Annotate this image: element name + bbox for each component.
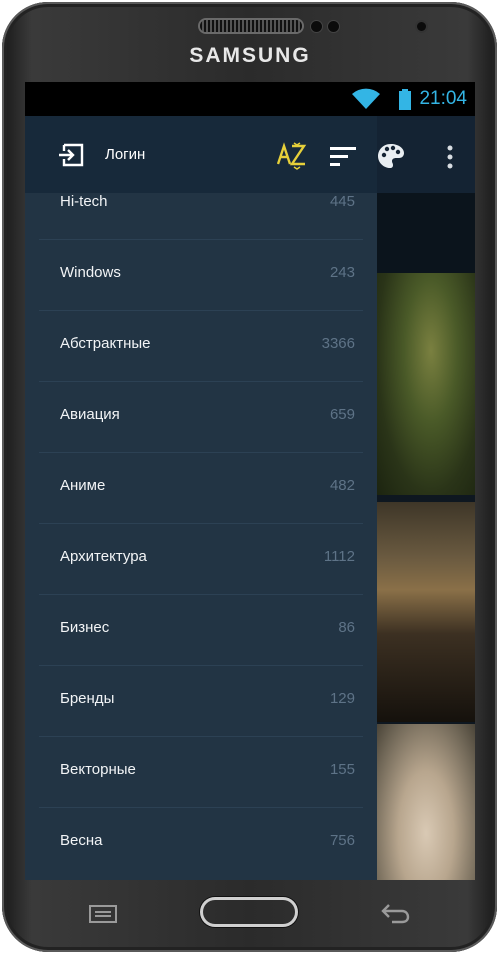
category-label: Аниме <box>60 477 106 494</box>
category-list: Hi-tech 445 Windows 243 Абстрактные 3366… <box>25 193 377 880</box>
category-count: 129 <box>329 690 355 707</box>
list-item[interactable]: Авиация 659 <box>25 382 377 453</box>
front-camera <box>417 22 426 31</box>
category-label: Авиация <box>60 406 120 423</box>
category-count: 155 <box>329 761 355 778</box>
category-label: Бренды <box>60 690 115 707</box>
category-label: Абстрактные <box>60 335 151 352</box>
sort-az-icon[interactable] <box>277 142 307 170</box>
category-label: Hi-tech <box>60 193 108 210</box>
list-item[interactable]: Весна 756 <box>25 808 377 879</box>
category-label: Архитектура <box>60 548 147 565</box>
wifi-icon <box>352 88 380 109</box>
category-count: 445 <box>329 193 355 210</box>
list-item[interactable]: Бренды 129 <box>25 666 377 737</box>
menu-icon[interactable] <box>89 905 117 923</box>
category-label: Бизнес <box>60 619 110 636</box>
status-bar: 21:04 <box>25 82 475 116</box>
proximity-sensor <box>311 21 322 32</box>
list-item[interactable]: Аниме 482 <box>25 453 377 524</box>
battery-icon <box>399 89 411 110</box>
navigation-drawer: Логин Hi-tech 445 Windows 243 Абстрактны… <box>25 116 377 880</box>
list-item[interactable]: Абстрактные 3366 <box>25 311 377 382</box>
device-brand: SAMSUNG <box>189 44 311 67</box>
wallpaper-thumbnail-city[interactable] <box>377 502 475 722</box>
list-item[interactable]: Архитектура 1112 <box>25 524 377 595</box>
category-count: 756 <box>329 832 355 849</box>
sort-lines-icon[interactable] <box>330 146 356 166</box>
category-count: 1112 <box>323 548 355 565</box>
more-vert-icon[interactable] <box>445 144 455 170</box>
back-icon[interactable] <box>380 902 410 924</box>
list-item[interactable]: Векторные 155 <box>25 737 377 808</box>
login-label[interactable]: Логин <box>105 146 145 163</box>
palette-icon[interactable] <box>377 142 405 170</box>
category-count: 243 <box>329 264 355 281</box>
status-time: 21:04 <box>419 88 467 109</box>
category-label: Windows <box>60 264 121 281</box>
earpiece-speaker <box>200 20 302 32</box>
list-item[interactable]: Бизнес 86 <box>25 595 377 666</box>
category-count: 3366 <box>321 335 355 352</box>
screen: 21:04 Логин Hi-tech 445 Windows 243 Абст… <box>25 82 475 880</box>
light-sensor <box>328 21 339 32</box>
content-header <box>375 193 475 273</box>
list-item[interactable]: Windows 243 <box>25 240 377 311</box>
login-icon[interactable] <box>58 143 84 167</box>
category-label: Векторные <box>60 761 136 778</box>
category-count: 659 <box>329 406 355 423</box>
drawer-header: Логин <box>25 116 377 193</box>
category-count: 86 <box>338 619 355 636</box>
category-count: 482 <box>329 477 355 494</box>
list-item[interactable]: Hi-tech 445 <box>25 193 377 240</box>
home-button[interactable] <box>200 897 298 927</box>
wallpaper-thumbnail-flowers[interactable] <box>377 724 475 880</box>
wallpaper-thumbnail-bicycle[interactable] <box>377 273 475 495</box>
category-label: Весна <box>60 832 103 849</box>
